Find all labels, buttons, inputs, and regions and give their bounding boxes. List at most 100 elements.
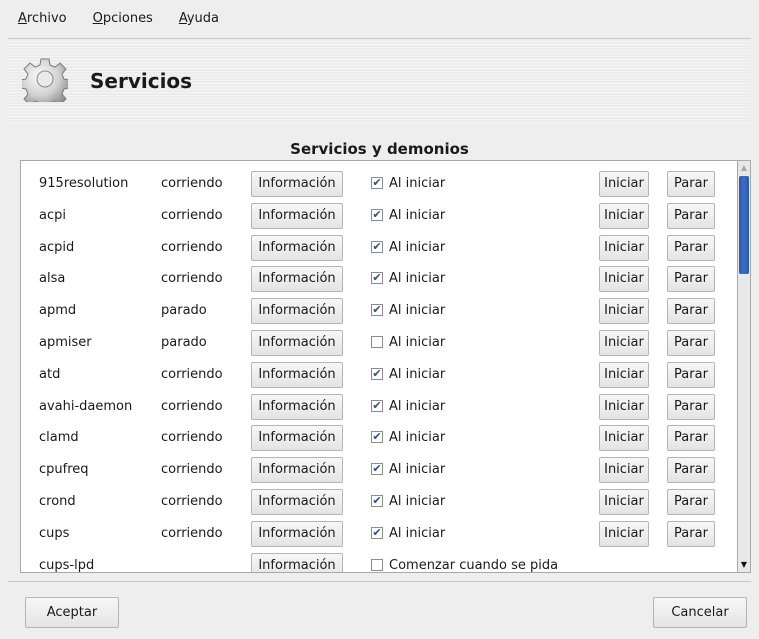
info-button[interactable]: Información (251, 425, 343, 452)
service-state: corriendo (161, 398, 223, 414)
start-button[interactable]: Iniciar (599, 520, 649, 547)
on-boot-checkbox[interactable] (371, 558, 383, 571)
stop-button[interactable]: Parar (667, 234, 715, 261)
stop-button[interactable]: Parar (667, 457, 715, 484)
vertical-scrollbar[interactable]: ▲ ▼ (737, 160, 751, 573)
service-state: corriendo (161, 239, 223, 255)
start-button[interactable]: Iniciar (599, 202, 649, 229)
on-boot-checkbox[interactable]: ✔ (371, 463, 383, 476)
service-name: alsa (39, 271, 66, 287)
start-button[interactable]: Iniciar (599, 457, 649, 484)
start-button[interactable]: Iniciar (599, 298, 649, 325)
info-button[interactable]: Información (251, 552, 343, 572)
start-button[interactable]: Iniciar (599, 393, 649, 420)
service-row: crond corriendo Información ✔ Al iniciar Inic… (21, 486, 737, 518)
menu-archivo-label: Archivo (18, 11, 67, 26)
service-row: acpid corriendo Información ✔ Al iniciar Inic… (21, 232, 737, 264)
on-boot-label: Al iniciar (389, 430, 446, 446)
menu-opciones[interactable]: Opciones (75, 0, 161, 38)
section-title: Servicios y demonios (290, 140, 469, 158)
services-list: 915resolution corriendo Información ✔ Al ini… (20, 160, 738, 573)
service-state: corriendo (161, 207, 223, 223)
info-button[interactable]: Información (251, 234, 343, 261)
on-boot-checkbox[interactable]: ✔ (371, 367, 383, 380)
menu-bar: Archivo Opciones Ayuda (0, 0, 759, 38)
on-boot-checkbox[interactable]: ✔ (371, 177, 383, 189)
on-boot-label: Al iniciar (389, 335, 446, 350)
stop-button[interactable]: Parar (667, 489, 715, 515)
on-boot-label: Al iniciar (389, 494, 446, 509)
on-boot-label: Al iniciar (389, 239, 446, 255)
info-button[interactable]: Información (251, 298, 343, 325)
stop-button[interactable]: Parar (667, 266, 715, 293)
accept-button[interactable]: Aceptar (25, 597, 119, 628)
info-button[interactable]: Información (251, 361, 343, 388)
service-name: cpufreq (39, 462, 89, 478)
service-state: corriendo (161, 494, 223, 509)
page-title: Servicios (90, 69, 193, 93)
gear-icon (19, 56, 71, 110)
cancel-button[interactable]: Cancelar (653, 597, 747, 628)
info-button[interactable]: Información (251, 202, 343, 229)
service-name: apmiser (39, 335, 92, 350)
on-boot-label: Al iniciar (389, 176, 446, 191)
start-button[interactable]: Iniciar (599, 425, 649, 452)
service-name: cups-lpd (39, 557, 95, 573)
service-row: cups-lpd Información Comenzar cuando se pi… (21, 550, 737, 573)
stop-button[interactable]: Parar (667, 425, 715, 452)
info-button[interactable]: Información (251, 266, 343, 293)
on-boot-checkbox[interactable]: ✔ (371, 399, 383, 412)
on-boot-checkbox[interactable]: ✔ (371, 240, 383, 253)
info-button[interactable]: Información (251, 520, 343, 547)
service-state: corriendo (161, 430, 223, 446)
service-row: apmd parado Información ✔ Al iniciar Iniciar P… (21, 295, 737, 327)
footer-separator (8, 581, 751, 582)
on-boot-label: Al iniciar (389, 398, 446, 414)
on-boot-checkbox[interactable] (371, 336, 383, 348)
service-row: cpufreq corriendo Información ✔ Al iniciar In… (21, 454, 737, 486)
start-button[interactable]: Iniciar (599, 266, 649, 293)
scroll-thumb[interactable] (739, 176, 749, 274)
service-name: avahi-daemon (39, 398, 133, 414)
on-boot-label: Al iniciar (389, 462, 446, 478)
on-boot-checkbox[interactable]: ✔ (371, 208, 383, 221)
service-name: acpid (39, 239, 75, 255)
on-boot-checkbox[interactable]: ✔ (371, 431, 383, 444)
service-row: cups corriendo Información ✔ Al iniciar Inici… (21, 518, 737, 550)
stop-button[interactable]: Parar (667, 330, 715, 356)
service-name: clamd (39, 430, 79, 446)
service-name: crond (39, 494, 76, 509)
info-button[interactable]: Información (251, 171, 343, 197)
stop-button[interactable]: Parar (667, 202, 715, 229)
on-boot-label: Al iniciar (389, 207, 446, 223)
on-boot-checkbox[interactable]: ✔ (371, 526, 383, 539)
on-boot-label: Al iniciar (389, 271, 446, 287)
start-button[interactable]: Iniciar (599, 489, 649, 515)
start-button[interactable]: Iniciar (599, 330, 649, 356)
service-row: acpi corriendo Información ✔ Al iniciar Inici… (21, 200, 737, 232)
on-boot-checkbox[interactable]: ✔ (371, 495, 383, 507)
on-boot-label: Al iniciar (389, 366, 446, 382)
info-button[interactable]: Información (251, 393, 343, 420)
stop-button[interactable]: Parar (667, 298, 715, 325)
start-button[interactable]: Iniciar (599, 361, 649, 388)
menu-ayuda[interactable]: Ayuda (161, 0, 227, 38)
info-button[interactable]: Información (251, 457, 343, 484)
service-name: apmd (39, 303, 77, 319)
scroll-up-icon[interactable]: ▲ (738, 161, 750, 175)
service-name: 915resolution (39, 176, 129, 191)
menu-archivo[interactable]: Archivo (0, 0, 75, 38)
stop-button[interactable]: Parar (667, 393, 715, 420)
stop-button[interactable]: Parar (667, 171, 715, 197)
stop-button[interactable]: Parar (667, 361, 715, 388)
service-row: clamd corriendo Información ✔ Al iniciar Inic… (21, 422, 737, 454)
service-name: atd (39, 366, 61, 382)
stop-button[interactable]: Parar (667, 520, 715, 547)
on-boot-checkbox[interactable]: ✔ (371, 304, 383, 317)
start-button[interactable]: Iniciar (599, 171, 649, 197)
info-button[interactable]: Información (251, 330, 343, 356)
start-button[interactable]: Iniciar (599, 234, 649, 261)
on-boot-checkbox[interactable]: ✔ (371, 272, 383, 285)
info-button[interactable]: Información (251, 489, 343, 515)
scroll-down-icon[interactable]: ▼ (738, 558, 750, 572)
